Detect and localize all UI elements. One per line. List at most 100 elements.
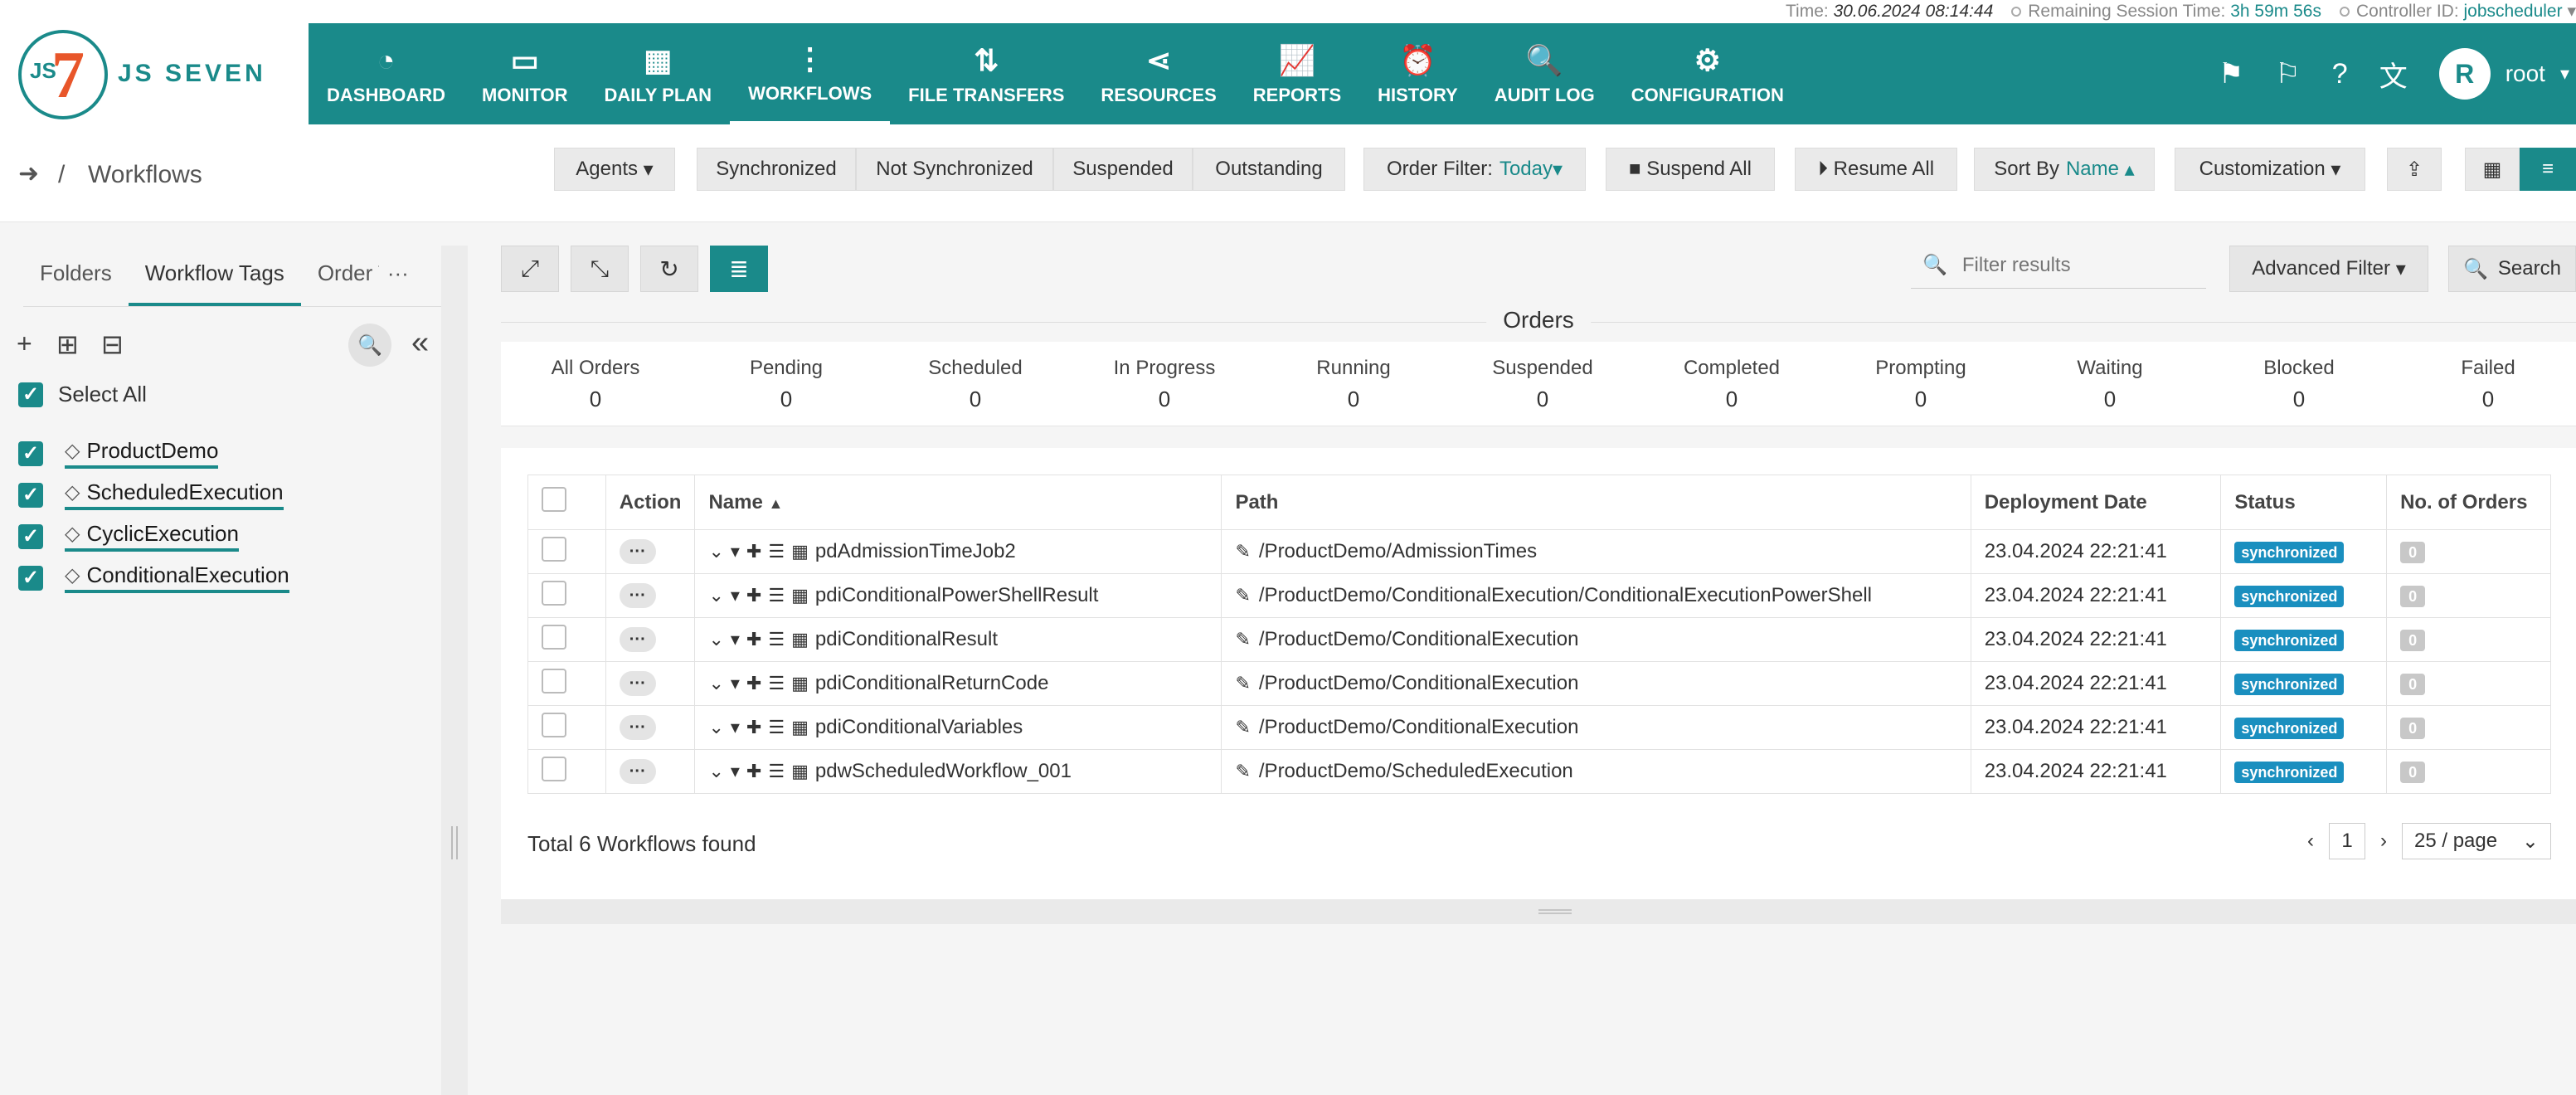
caret-down-icon[interactable]: ▾ (731, 629, 740, 650)
collapse-all-icon[interactable]: ⊟ (101, 328, 124, 360)
nav-audit-log[interactable]: 🔍 AUDIT LOG (1476, 23, 1613, 124)
workflow-name[interactable]: pdiConditionalPowerShellResult (815, 584, 1099, 606)
controller-selector[interactable]: Controller ID: jobscheduler ▾ (2339, 1, 2576, 22)
workflow-name[interactable]: pdiConditionalReturnCode (815, 672, 1049, 694)
add-order-icon[interactable]: ✚ (746, 673, 761, 694)
select-all[interactable]: ✓ Select All (18, 382, 147, 407)
nav-file-transfers[interactable]: ⇅ FILE TRANSFERS (890, 23, 1082, 124)
chevron-down-icon[interactable]: ⌄ (708, 629, 723, 650)
nav-daily-plan[interactable]: ▦ DAILY PLAN (586, 23, 730, 124)
chevron-down-icon[interactable]: ⌄ (708, 541, 723, 562)
resume-all-button[interactable]: ⏵ Resume All (1795, 148, 1957, 191)
flag-icon[interactable]: ⚑ (2219, 57, 2243, 90)
order-state-all[interactable]: All Orders 0 (501, 357, 690, 412)
list-view-button[interactable]: ≡ (2520, 148, 2576, 191)
nav-workflows[interactable]: ⋮ WORKFLOWS (730, 23, 891, 124)
refresh-button[interactable]: ↻ (640, 246, 698, 292)
collapse-all-button[interactable]: ⤡ (571, 246, 629, 292)
pencil-icon[interactable]: ✎ (1235, 717, 1250, 737)
order-state-failed[interactable]: Failed 0 (2394, 357, 2576, 412)
order-state-suspended[interactable]: Suspended 0 (1448, 357, 1637, 412)
nav-dashboard[interactable]: ◔ DASHBOARD (309, 23, 464, 124)
chevron-down-icon[interactable]: ⌄ (708, 673, 723, 694)
order-state-pending[interactable]: Pending 0 (692, 357, 881, 412)
more-actions-button[interactable]: ··· (619, 583, 656, 609)
add-order-icon[interactable]: ✚ (746, 629, 761, 650)
flag-settings-icon[interactable]: ⚐ (2275, 57, 2300, 90)
more-actions-button[interactable]: ··· (619, 715, 656, 741)
nav-configuration[interactable]: ⚙ CONFIGURATION (1613, 23, 1802, 124)
checkbox-checked[interactable]: ✓ (18, 565, 43, 591)
checkbox[interactable] (542, 668, 566, 694)
tab-workflow-tags[interactable]: Workflow Tags (128, 246, 301, 306)
workflow-name[interactable]: pdiConditionalResult (815, 628, 998, 650)
page-number[interactable]: 1 (2329, 823, 2365, 859)
tabs-more-button[interactable]: ··· (379, 246, 417, 306)
add-order-icon[interactable]: ✚ (746, 761, 761, 782)
checkbox-checked[interactable]: ✓ (18, 523, 43, 549)
chevron-down-icon[interactable]: ⌄ (708, 761, 723, 782)
grid-icon[interactable]: ▦ (791, 761, 809, 782)
customization-dropdown[interactable]: Customization ▾ (2175, 148, 2365, 191)
workflow-name[interactable]: pdiConditionalVariables (815, 716, 1023, 738)
logo[interactable]: JS 7 JS SEVEN (0, 23, 309, 124)
filter-outstanding[interactable]: Outstanding (1193, 148, 1345, 191)
checkbox-checked[interactable]: ✓ (18, 382, 43, 407)
nav-history[interactable]: ⏰ HISTORY (1359, 23, 1476, 124)
search-button[interactable]: 🔍 Search (2448, 246, 2576, 292)
nav-monitor[interactable]: ▭ MONITOR (464, 23, 586, 124)
grid-icon[interactable]: ▦ (791, 717, 809, 738)
chevron-down-icon[interactable]: ⌄ (708, 585, 723, 606)
next-page-icon[interactable]: › (2380, 830, 2387, 853)
language-icon[interactable]: 文 (2379, 54, 2408, 95)
add-order-icon[interactable]: ✚ (746, 717, 761, 738)
checkbox-checked[interactable]: ✓ (18, 440, 43, 466)
checkbox[interactable] (542, 712, 566, 737)
advanced-filter-button[interactable]: Advanced Filter ▾ (2229, 246, 2428, 292)
table-row[interactable]: ··· ⌄ ▾ ✚ ☰ ▦ pdiConditionalReturnCode ✎ /Prod… (527, 661, 2551, 706)
more-actions-button[interactable]: ··· (619, 627, 656, 653)
grid-icon[interactable]: ▦ (791, 673, 809, 694)
export-button[interactable]: ⇪ (2387, 148, 2442, 191)
checkbox[interactable] (542, 756, 566, 781)
tag-item[interactable]: ✓ ◇ ConditionalExecution (18, 562, 289, 593)
pencil-icon[interactable]: ✎ (1235, 541, 1250, 562)
order-state-blocked[interactable]: Blocked 0 (2204, 357, 2394, 412)
order-filter-dropdown[interactable]: Order Filter: Today ▾ (1363, 148, 1586, 191)
order-state-completed[interactable]: Completed 0 (1637, 357, 1826, 412)
drag-handle[interactable] (451, 826, 458, 859)
expand-all-button[interactable]: ⤢ (501, 246, 559, 292)
expand-all-icon[interactable]: ⊞ (56, 328, 79, 360)
sidebar-splitter[interactable] (441, 246, 468, 1095)
suspend-all-button[interactable]: ■ Suspend All (1606, 148, 1775, 191)
drag-handle[interactable] (1538, 909, 1572, 914)
list-icon[interactable]: ☰ (768, 585, 785, 606)
table-row[interactable]: ··· ⌄ ▾ ✚ ☰ ▦ pdiConditionalVariables ✎ /Produ… (527, 705, 2551, 750)
pencil-icon[interactable]: ✎ (1235, 761, 1250, 781)
workflow-name[interactable]: pdAdmissionTimeJob2 (815, 540, 1016, 562)
caret-down-icon[interactable]: ▾ (731, 541, 740, 562)
grid-view-button[interactable]: ▦ (2465, 148, 2520, 191)
checkbox-checked[interactable]: ✓ (18, 482, 43, 508)
list-icon[interactable]: ☰ (768, 717, 785, 738)
list-toggle-button[interactable]: ≣ (710, 246, 768, 292)
caret-down-icon[interactable]: ▾ (731, 761, 740, 782)
more-actions-button[interactable]: ··· (619, 759, 656, 785)
list-icon[interactable]: ☰ (768, 673, 785, 694)
panel-resize-bar[interactable] (501, 899, 2576, 924)
caret-down-icon[interactable]: ▾ (731, 673, 740, 694)
checkbox[interactable] (542, 580, 566, 606)
checkbox[interactable] (542, 536, 566, 562)
grid-icon[interactable]: ▦ (791, 541, 809, 562)
help-icon[interactable]: ? (2332, 58, 2348, 90)
filter-synchronized[interactable]: Synchronized (697, 148, 856, 191)
tab-order-tags[interactable]: Order Tags (301, 246, 379, 306)
collapse-sidebar-icon[interactable]: « (411, 325, 429, 361)
table-row[interactable]: ··· ⌄ ▾ ✚ ☰ ▦ pdwScheduledWorkflow_001 ✎ /Prod… (527, 749, 2551, 794)
header-name[interactable]: Name ▲ (694, 474, 1222, 530)
order-state-scheduled[interactable]: Scheduled 0 (881, 357, 1070, 412)
table-row[interactable]: ··· ⌄ ▾ ✚ ☰ ▦ pdiConditionalPowerShellResult … (527, 573, 2551, 618)
order-state-running[interactable]: Running 0 (1259, 357, 1448, 412)
table-row[interactable]: ··· ⌄ ▾ ✚ ☰ ▦ pdiConditionalResult ✎ /ProductD… (527, 617, 2551, 662)
back-icon[interactable]: ➜ (18, 159, 39, 188)
